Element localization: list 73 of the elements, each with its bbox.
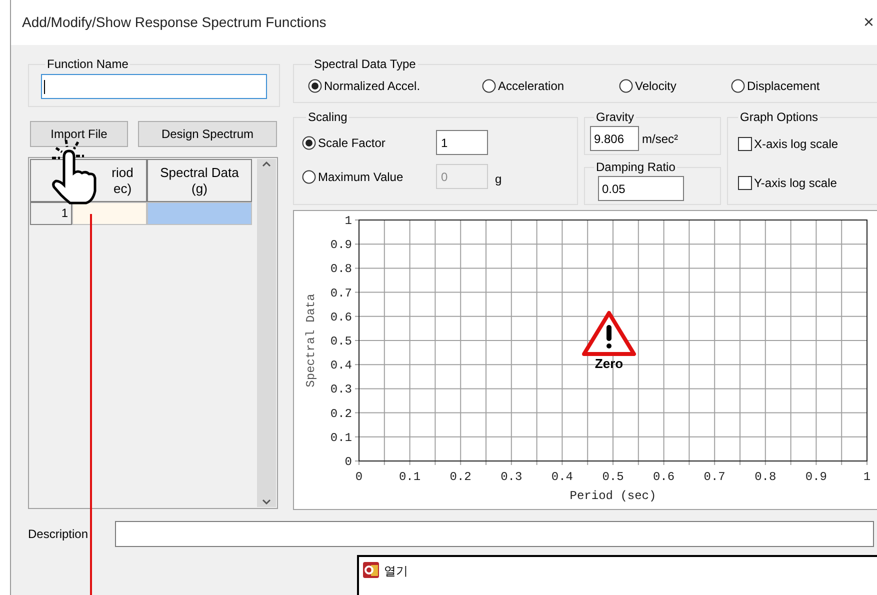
column-header[interactable]: Spectral Data (g) (147, 159, 252, 202)
checkbox[interactable] (738, 137, 752, 151)
radio-label: Acceleration (498, 78, 564, 95)
close-button[interactable]: × (861, 9, 876, 36)
radio-label: Displacement (747, 78, 820, 95)
row-number: 1 (30, 202, 72, 225)
group-label: Function Name (46, 56, 130, 73)
tick-label: 0.2 (450, 470, 472, 484)
popup-title: 열기 (384, 563, 408, 580)
group-label: Spectral Data Type (313, 56, 417, 73)
tick-label: 0.9 (330, 238, 352, 252)
damping-ratio-field[interactable]: 0.05 (598, 176, 684, 201)
tick-label: 0.6 (653, 470, 675, 484)
app-icon (363, 562, 379, 578)
tick-label: 0.1 (330, 430, 352, 445)
tick-label: 0.5 (330, 334, 352, 348)
header-label: riod (112, 164, 134, 180)
tick-label: 0.4 (551, 470, 573, 484)
tick-label: 0.7 (704, 470, 726, 484)
group-label: Gravity (595, 109, 636, 126)
checkbox[interactable] (738, 176, 752, 190)
tick-label: 0.8 (754, 470, 776, 484)
tick-label: 0.2 (330, 406, 352, 421)
checkbox-label: Y-axis log scale (754, 175, 837, 192)
unit-label: g (495, 170, 502, 188)
tick-label: 0.7 (330, 286, 352, 300)
radio-label: Normalized Accel. (324, 78, 420, 95)
scrollbar[interactable] (257, 159, 276, 507)
radio-button[interactable] (731, 79, 745, 93)
group-label: Scaling (307, 109, 348, 126)
tick-label: 1 (344, 214, 352, 228)
header-unit: ec) (113, 180, 132, 196)
group-label: Damping Ratio (595, 159, 676, 176)
radio-button[interactable] (619, 79, 633, 93)
value-field[interactable]: 1 (436, 130, 488, 155)
tick-label: 1 (863, 470, 871, 484)
chart-annotation: Zero (594, 356, 624, 371)
radio-label: Scale Factor (318, 134, 386, 152)
checkbox-label: X-axis log scale (754, 136, 838, 153)
tick-label: 0.1 (399, 470, 421, 484)
description-label: Description (28, 526, 90, 543)
tick-label: 0.9 (805, 470, 827, 484)
tick-label: 0 (344, 455, 352, 469)
radio-label: Maximum Value (318, 168, 404, 186)
tick-label: 0.5 (602, 470, 624, 484)
header-unit: (g) (192, 180, 208, 196)
tick-label: 0.8 (330, 262, 352, 276)
chevron-up-icon[interactable] (262, 161, 271, 167)
unit-label: m/sec² (642, 130, 678, 148)
table-cell[interactable] (72, 202, 147, 225)
tick-label: 0 (355, 470, 363, 484)
tick-label: 0.3 (500, 470, 522, 484)
tick-label: 0.6 (330, 310, 352, 324)
axis-title: Period (sec) (570, 489, 656, 503)
radio-label: Velocity (635, 78, 676, 95)
gravity-field[interactable]: 9.806 (590, 126, 639, 151)
radio-button[interactable] (308, 79, 322, 93)
group-label: Graph Options (739, 109, 820, 126)
axis-title: Spectral Data (304, 294, 318, 388)
warning-icon (582, 311, 636, 356)
chevron-down-icon[interactable] (262, 499, 271, 505)
import-file-button[interactable]: Import File (30, 121, 128, 147)
window-title: Add/Modify/Show Response Spectrum Functions (22, 13, 326, 32)
table-cell[interactable] (147, 202, 252, 225)
function-name-field[interactable] (41, 74, 267, 99)
header-label: Spectral Data (160, 164, 239, 180)
design-spectrum-button[interactable]: Design Spectrum (138, 121, 277, 147)
description-field[interactable] (115, 521, 874, 547)
radio-button[interactable] (302, 136, 316, 150)
radio-button[interactable] (482, 79, 496, 93)
tick-label: 0.4 (330, 358, 352, 373)
value-field: 0 (436, 164, 488, 189)
tick-label: 0.3 (330, 382, 352, 397)
